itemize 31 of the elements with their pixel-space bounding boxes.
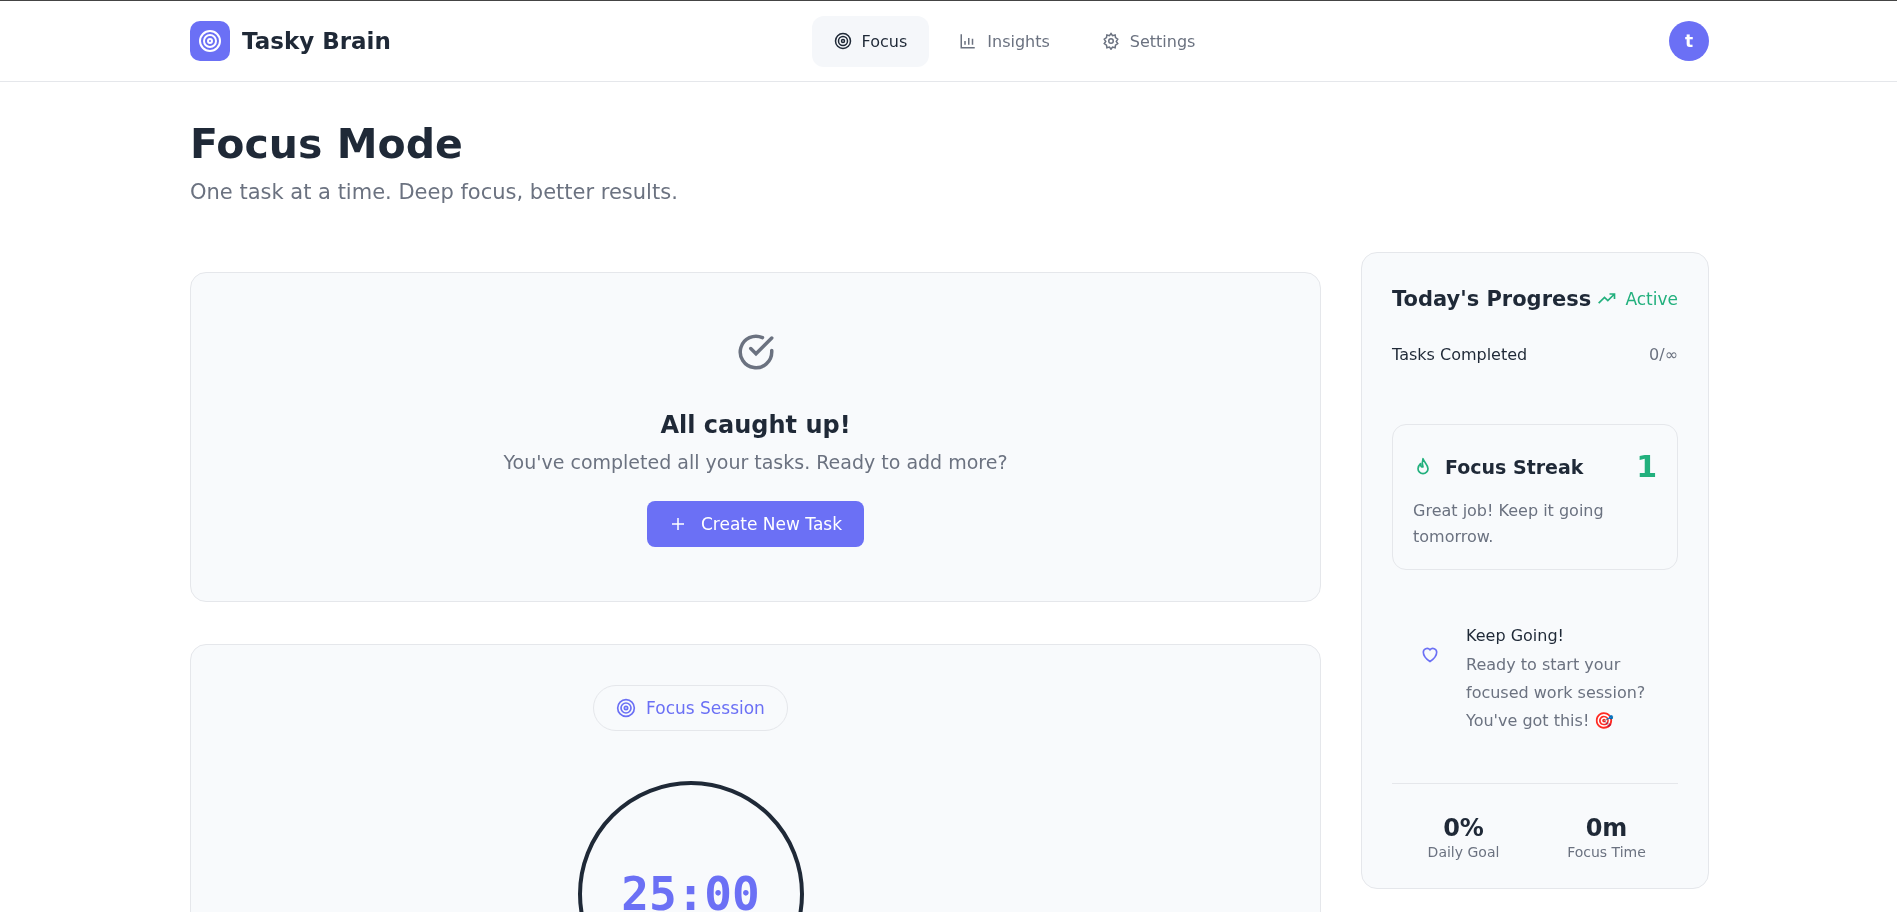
tasks-completed-label: Tasks Completed bbox=[1392, 345, 1528, 364]
stat-label: Focus Time bbox=[1567, 844, 1646, 861]
settings-icon bbox=[1101, 32, 1120, 50]
timer-display: 25:00 bbox=[621, 867, 760, 912]
stat-label: Daily Goal bbox=[1427, 844, 1500, 861]
empty-state-message: You've completed all your tasks. Ready to add more? bbox=[503, 451, 1008, 473]
target-icon bbox=[198, 29, 222, 53]
app-logo[interactable] bbox=[190, 21, 230, 61]
create-task-button[interactable]: Create New Task bbox=[646, 501, 865, 547]
progress-title: Today's Progress bbox=[1392, 287, 1592, 311]
streak-message: Great job! Keep it going tomorrow. bbox=[1413, 500, 1605, 548]
motivation-title: Keep Going! bbox=[1466, 626, 1565, 646]
tasks-completed-value: 0/∞ bbox=[1649, 345, 1678, 364]
session-badge-label: Focus Session bbox=[646, 698, 765, 718]
page-title: Focus Mode bbox=[190, 120, 464, 168]
target-icon bbox=[616, 698, 637, 718]
bar-chart-icon bbox=[959, 32, 978, 50]
empty-state-title: All caught up! bbox=[660, 411, 851, 439]
status-label: Active bbox=[1625, 289, 1678, 309]
streak-count: 1 bbox=[1636, 449, 1657, 484]
stat-value: 0% bbox=[1443, 814, 1484, 843]
nav-tab[interactable]: Insights bbox=[937, 15, 1072, 67]
nav-tab[interactable]: Settings bbox=[1079, 15, 1218, 67]
nav-tab[interactable]: Focus bbox=[811, 15, 930, 67]
user-avatar[interactable]: t bbox=[1669, 21, 1709, 61]
streak-title: Focus Streak bbox=[1445, 455, 1585, 478]
target-icon bbox=[833, 32, 852, 50]
stat-value: 0m bbox=[1585, 814, 1628, 843]
app-name: Tasky Brain bbox=[242, 28, 391, 54]
motivation-message: Ready to start your focused work session? You've got this! 🎯 bbox=[1466, 654, 1647, 733]
page-subtitle: One task at a time. Deep focus, better results. bbox=[190, 180, 679, 204]
